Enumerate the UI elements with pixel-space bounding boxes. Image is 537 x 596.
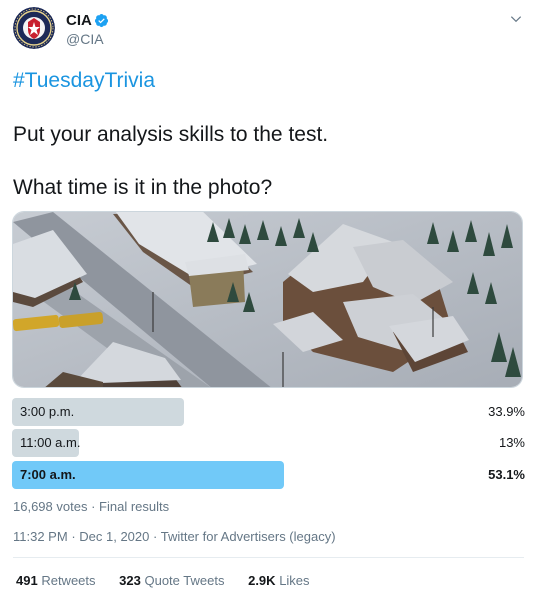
quotes-count: 323 [119,573,141,588]
poll-choice-percent: 53.1% [488,467,525,482]
poll-choice-3-winner: 7:00 a.m. 53.1% [12,461,525,489]
tweet-photo[interactable] [12,211,523,388]
poll-choice-2: 11:00 a.m. 13% [12,429,525,457]
engagement-stats: 491 Retweets 323 Quote Tweets 2.9K Likes [16,573,330,588]
quote-tweets-stat[interactable]: 323 Quote Tweets [119,573,224,588]
snowy-town-image [13,212,522,387]
verified-badge-icon [94,13,109,28]
chevron-down-icon[interactable] [509,12,523,26]
tweet-date[interactable]: Dec 1, 2020 [79,529,149,544]
poll-choice-label: 3:00 p.m. [20,404,75,419]
author-name[interactable]: CIA [66,12,92,29]
poll-votes: 16,698 votes [13,499,88,514]
poll-choice-percent: 33.9% [488,404,525,419]
poll-choice-1: 3:00 p.m. 33.9% [12,398,525,426]
poll-choice-label: 11:00 a.m. [20,435,81,450]
retweets-stat[interactable]: 491 Retweets [16,573,96,588]
poll-status: Final results [99,499,170,514]
avatar[interactable] [13,7,55,49]
tweet: CIA @CIA #TuesdayTrivia Put your analysi… [0,0,537,596]
likes-stat[interactable]: 2.9K Likes [248,573,309,588]
tweet-text-line: Put your analysis skills to the test. [13,123,329,146]
quotes-label: Quote Tweets [144,573,225,588]
poll-choice-label: 7:00 a.m. [20,467,76,482]
tweet-text-question: What time is it in the photo? [13,176,273,199]
cia-seal-icon [13,7,55,49]
likes-count: 2.9K [248,573,276,588]
retweets-label: Retweets [41,573,96,588]
tweet-timestamp: 11:32 PM · Dec 1, 2020 · Twitter for Adv… [13,529,336,544]
tweet-time[interactable]: 11:32 PM [13,529,68,544]
likes-label: Likes [279,573,310,588]
divider [13,557,524,558]
retweets-count: 491 [16,573,38,588]
tweet-source[interactable]: Twitter for Advertisers (legacy) [161,529,336,544]
poll-choice-percent: 13% [498,435,525,450]
poll-summary: 16,698 votes · Final results [13,499,169,514]
separator-dot: · [91,499,100,514]
hashtag-link[interactable]: #TuesdayTrivia [13,69,155,93]
separator-dot: · [153,529,161,544]
author-handle[interactable]: @CIA [66,31,104,47]
